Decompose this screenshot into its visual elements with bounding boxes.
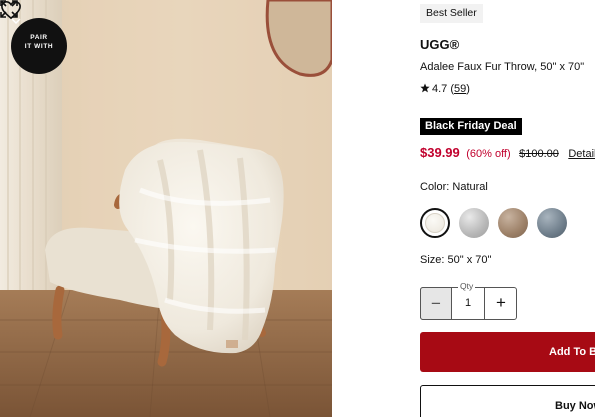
star-icon: [420, 83, 430, 93]
color-swatch-natural[interactable]: [420, 208, 450, 238]
quantity-increase-button[interactable]: +: [484, 287, 517, 320]
pair-it-with-label: PAIR IT WITH: [24, 34, 54, 50]
add-to-bag-button[interactable]: Add To Bag: [420, 332, 595, 372]
original-price: $100.00: [519, 148, 559, 160]
product-rating: 4.7 (59): [420, 83, 470, 95]
details-link[interactable]: Details: [568, 148, 595, 160]
product-info-panel: Best Seller UGG® Adalee Faux Fur Throw, …: [420, 0, 595, 417]
color-label: Color: Natural: [420, 181, 488, 193]
product-name: Adalee Faux Fur Throw, 50" x 70": [420, 61, 585, 73]
rating-value: 4.7: [432, 83, 448, 95]
color-swatch-grey[interactable]: [459, 208, 489, 238]
color-swatch-brown[interactable]: [498, 208, 528, 238]
quantity-decrease-button[interactable]: −: [420, 287, 452, 320]
best-seller-badge: Best Seller: [420, 4, 483, 23]
buy-now-label: Buy Now: [555, 400, 595, 412]
quantity-stepper: − 1 + Qty: [420, 281, 517, 320]
black-friday-badge: Black Friday Deal: [420, 118, 522, 135]
sale-price: $39.99: [420, 145, 460, 160]
buy-now-button[interactable]: Buy Now: [420, 385, 595, 417]
pair-it-with-badge[interactable]: PAIR IT WITH: [11, 18, 67, 74]
color-swatch-blue[interactable]: [537, 208, 567, 238]
brand-name[interactable]: UGG®: [420, 37, 459, 52]
review-count-link[interactable]: 59: [454, 83, 466, 95]
size-label: Size: 50" x 70": [420, 254, 492, 266]
product-image[interactable]: PAIR IT WITH: [0, 0, 332, 417]
expand-icon[interactable]: [0, 0, 18, 18]
discount-percent: (60% off): [466, 148, 511, 160]
swatch-fill: [425, 213, 445, 233]
quantity-label: Qty: [458, 281, 476, 292]
price-line: $39.99 (60% off) $100.00 Details: [420, 144, 595, 162]
add-to-bag-label: Add To Bag: [549, 346, 595, 358]
